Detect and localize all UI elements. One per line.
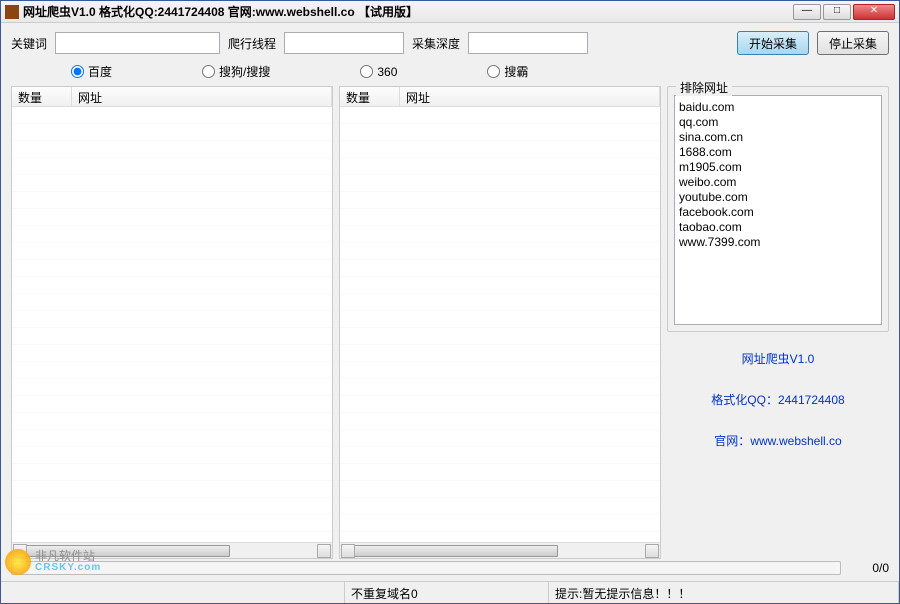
right-column: 排除网址 baidu.comqq.comsina.com.cn1688.comm… — [667, 86, 889, 559]
col-url[interactable]: 网址 — [400, 87, 660, 106]
exclude-item[interactable]: youtube.com — [679, 190, 877, 205]
exclude-group: 排除网址 baidu.comqq.comsina.com.cn1688.comm… — [667, 86, 889, 332]
keyword-input[interactable] — [55, 32, 220, 54]
close-button[interactable]: ✕ — [853, 4, 895, 20]
titlebar: 网址爬虫V1.0 格式化QQ:2441724408 官网:www.webshel… — [1, 1, 899, 23]
exclude-item[interactable]: www.7399.com — [679, 235, 877, 250]
exclude-item[interactable]: 1688.com — [679, 145, 877, 160]
threads-label: 爬行线程 — [228, 35, 276, 52]
col-qty[interactable]: 数量 — [12, 87, 72, 106]
website-link[interactable]: www.webshell.co — [750, 434, 841, 448]
info-website: 官网：www.webshell.co — [667, 432, 889, 449]
list-header: 数量 网址 — [12, 87, 332, 107]
exclude-item[interactable]: m1905.com — [679, 160, 877, 175]
progress-bar — [11, 561, 841, 575]
info-block: 网址爬虫V1.0 格式化QQ：2441724408 官网：www.webshel… — [667, 340, 889, 459]
statusbar: 不重复域名0 提示:暂无提示信息！！！ — [1, 581, 899, 603]
progress-row: 0/0 — [11, 559, 889, 577]
exclude-item[interactable]: facebook.com — [679, 205, 877, 220]
horizontal-scrollbar[interactable] — [340, 542, 660, 558]
window-title: 网址爬虫V1.0 格式化QQ:2441724408 官网:www.webshel… — [23, 3, 793, 20]
window-controls: — □ ✕ — [793, 4, 895, 20]
radio-souba[interactable]: 搜霸 — [487, 63, 528, 80]
status-cell-2: 不重复域名0 — [345, 582, 549, 603]
depth-label: 采集深度 — [412, 35, 460, 52]
threads-input[interactable] — [284, 32, 404, 54]
keyword-label: 关键词 — [11, 35, 47, 52]
radio-360[interactable]: 360 — [360, 65, 397, 79]
col-qty[interactable]: 数量 — [340, 87, 400, 106]
app-icon — [5, 5, 19, 19]
app-window: 网址爬虫V1.0 格式化QQ:2441724408 官网:www.webshel… — [0, 0, 900, 604]
result-list-right: 数量 网址 — [339, 86, 661, 559]
col-url[interactable]: 网址 — [72, 87, 332, 106]
exclude-list[interactable]: baidu.comqq.comsina.com.cn1688.comm1905.… — [674, 95, 882, 325]
stop-button[interactable]: 停止采集 — [817, 31, 889, 55]
exclude-item[interactable]: taobao.com — [679, 220, 877, 235]
main-row: 数量 网址 数量 网址 排除网址 baidu.comqq.comsina.com… — [11, 86, 889, 559]
watermark-domain: CRSKY.com — [35, 562, 101, 574]
watermark-name: 非凡软件站 — [35, 550, 101, 562]
radio-baidu[interactable]: 百度 — [71, 63, 112, 80]
maximize-button[interactable]: □ — [823, 4, 851, 20]
info-qq: 格式化QQ：2441724408 — [667, 391, 889, 408]
status-cell-3: 提示:暂无提示信息！！！ — [549, 582, 899, 603]
engine-radio-group: 百度 搜狗/搜搜 360 搜霸 — [11, 63, 889, 80]
exclude-item[interactable]: weibo.com — [679, 175, 877, 190]
start-button[interactable]: 开始采集 — [737, 31, 809, 55]
input-row: 关键词 爬行线程 采集深度 开始采集 停止采集 — [11, 31, 889, 55]
exclude-group-title: 排除网址 — [676, 79, 732, 96]
result-list-left: 数量 网址 — [11, 86, 333, 559]
content-area: 关键词 爬行线程 采集深度 开始采集 停止采集 百度 搜狗/搜搜 360 搜霸 … — [1, 23, 899, 581]
exclude-item[interactable]: sina.com.cn — [679, 130, 877, 145]
list-body[interactable] — [12, 107, 332, 542]
exclude-item[interactable]: qq.com — [679, 115, 877, 130]
status-cell-1 — [1, 582, 345, 603]
depth-input[interactable] — [468, 32, 588, 54]
info-title: 网址爬虫V1.0 — [667, 350, 889, 367]
exclude-item[interactable]: baidu.com — [679, 100, 877, 115]
list-body[interactable] — [340, 107, 660, 542]
list-header: 数量 网址 — [340, 87, 660, 107]
minimize-button[interactable]: — — [793, 4, 821, 20]
progress-text: 0/0 — [847, 561, 889, 575]
radio-sogou[interactable]: 搜狗/搜搜 — [202, 63, 270, 80]
watermark: 非凡软件站 CRSKY.com — [5, 549, 101, 575]
watermark-logo-icon — [5, 549, 31, 575]
